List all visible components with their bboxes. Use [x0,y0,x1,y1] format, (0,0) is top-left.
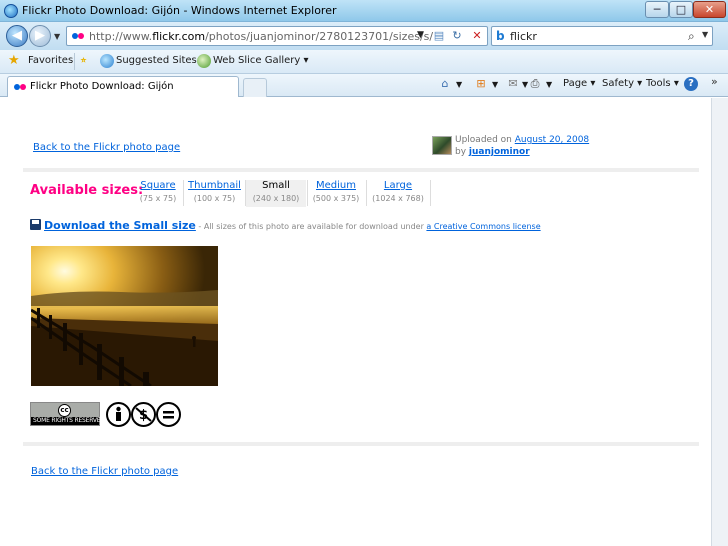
size-option-thumbnail[interactable]: Thumbnail (100 x 75) [187,180,242,207]
forward-button[interactable]: ▶ [29,25,51,47]
favorites-star-icon: ★ [8,53,20,68]
flickr-favicon-icon [72,33,84,39]
address-dropdown-icon[interactable]: ▼ [417,30,424,40]
vertical-scrollbar[interactable] [711,98,728,546]
size-name[interactable]: Thumbnail [187,180,242,191]
cc-logo-icon: cc [58,404,71,417]
page-menu[interactable]: Page ▾ [563,78,595,89]
window-title: Flickr Photo Download: Gijón - Windows I… [22,4,337,17]
minimize-button[interactable]: ─ [645,1,669,18]
cc-badge-text: SOME RIGHTS RESERVED [33,417,105,424]
help-icon[interactable]: ? [684,77,698,91]
size-divider [366,180,367,206]
uploader-info: Uploaded on August 20, 2008 by juanjomin… [432,134,692,158]
size-option-medium[interactable]: Medium (500 x 375) [309,180,363,207]
favorites-divider [74,53,75,70]
size-dims: (240 x 180) [252,194,300,203]
web-slice-gallery-link[interactable]: Web Slice Gallery ▾ [213,55,309,66]
search-icon[interactable]: ⌕ [688,29,695,44]
web-slice-icon [197,54,211,68]
print-dropdown-icon[interactable]: ▼ [546,80,552,89]
mail-icon[interactable]: ✉ [506,77,520,91]
available-sizes-label: Available sizes: [30,183,144,198]
creative-commons-link[interactable]: a Creative Commons license [426,222,540,231]
download-row: Download the Small size - All sizes of t… [30,219,541,232]
favorites-button[interactable]: Favorites [28,55,73,66]
tab-flickr-download[interactable]: Flickr Photo Download: Gijón [7,76,239,97]
page-content: Back to the Flickr photo page Uploaded o… [0,98,711,546]
size-name[interactable]: Square [137,180,179,191]
add-to-favorites-icon[interactable]: ⭒ [80,53,87,68]
search-options-dropdown-icon[interactable]: ▼ [702,30,708,39]
recent-pages-dropdown[interactable]: ▼ [54,32,60,41]
uploader-name-link[interactable]: juanjominor [469,147,530,157]
size-option-large[interactable]: Large (1024 x 768) [368,180,428,207]
suggested-sites-link[interactable]: Suggested Sites ▾ [116,55,205,66]
sunset-photo-image [31,246,218,386]
download-note: - All sizes of this photo are available … [195,222,427,231]
refresh-icon[interactable]: ↻ [449,29,465,43]
address-bar[interactable]: http://www.flickr.com/photos/juanjominor… [66,26,488,46]
home-icon[interactable]: ⌂ [438,77,452,91]
divider [23,168,699,172]
tab-bar: Flickr Photo Download: Gijón ⌂ ▼ ⊞ ▼ ✉ ▼… [0,74,728,97]
compatibility-view-icon[interactable]: ▤ [431,29,447,43]
more-commands-icon[interactable]: » [711,75,718,88]
size-divider [183,180,184,206]
suggested-sites-icon [100,54,114,68]
upload-date-link[interactable]: August 20, 2008 [515,135,589,145]
uploader-avatar[interactable] [432,136,452,155]
feeds-icon[interactable]: ⊞ [474,77,488,91]
size-option-small-selected: Small (240 x 180) [246,180,306,207]
safety-menu[interactable]: Safety ▾ [602,78,642,89]
search-input[interactable] [510,29,680,43]
size-dims: (75 x 75) [139,194,177,203]
back-to-photo-link-bottom[interactable]: Back to the Flickr photo page [31,466,178,477]
tools-menu[interactable]: Tools ▾ [646,78,679,89]
size-dims: (100 x 75) [193,194,236,203]
flickr-favicon-icon [14,84,26,90]
size-divider [307,180,308,206]
back-to-photo-link-top[interactable]: Back to the Flickr photo page [33,142,180,153]
navigation-bar: ◀ ▶ ▼ http://www.flickr.com/photos/juanj… [0,22,728,50]
tab-label: Flickr Photo Download: Gijón [30,81,174,92]
size-divider [430,180,431,206]
size-option-square[interactable]: Square (75 x 75) [137,180,179,207]
home-dropdown-icon[interactable]: ▼ [456,80,462,89]
no-derivatives-icon[interactable] [156,402,181,427]
ie-logo-icon [4,4,18,18]
size-name: Small [262,180,290,191]
print-icon[interactable]: ⎙ [528,77,542,91]
photo-small[interactable] [31,246,218,386]
uploaded-on-text: Uploaded on August 20, 2008 [455,135,590,145]
maximize-button[interactable]: □ [669,1,693,18]
save-disk-icon [30,219,41,230]
address-url[interactable]: http://www.flickr.com/photos/juanjominor… [89,30,433,43]
bing-icon: b [496,29,505,43]
stop-icon[interactable]: ✕ [469,29,485,43]
window-titlebar: Flickr Photo Download: Gijón - Windows I… [0,0,728,22]
feeds-dropdown-icon[interactable]: ▼ [492,80,498,89]
divider [23,442,699,446]
search-box[interactable]: b ⌕ ▼ [491,26,713,46]
download-small-link[interactable]: Download the Small size [44,219,196,232]
size-dims: (500 x 375) [312,194,360,203]
cc-some-rights-reserved-badge[interactable]: cc SOME RIGHTS RESERVED [30,402,105,426]
back-button[interactable]: ◀ [6,25,28,47]
size-name[interactable]: Medium [309,180,363,191]
size-dims: (1024 x 768) [372,194,424,203]
attribution-icon[interactable] [106,402,131,427]
close-button[interactable]: ✕ [693,1,726,18]
new-tab-button[interactable] [243,78,267,97]
noncommercial-icon[interactable]: $ [131,402,156,427]
size-name[interactable]: Large [368,180,428,191]
favorites-bar: ★ Favorites ⭒ Suggested Sites ▾ Web Slic… [0,50,728,74]
uploaded-by-text: by juanjominor [455,147,530,157]
